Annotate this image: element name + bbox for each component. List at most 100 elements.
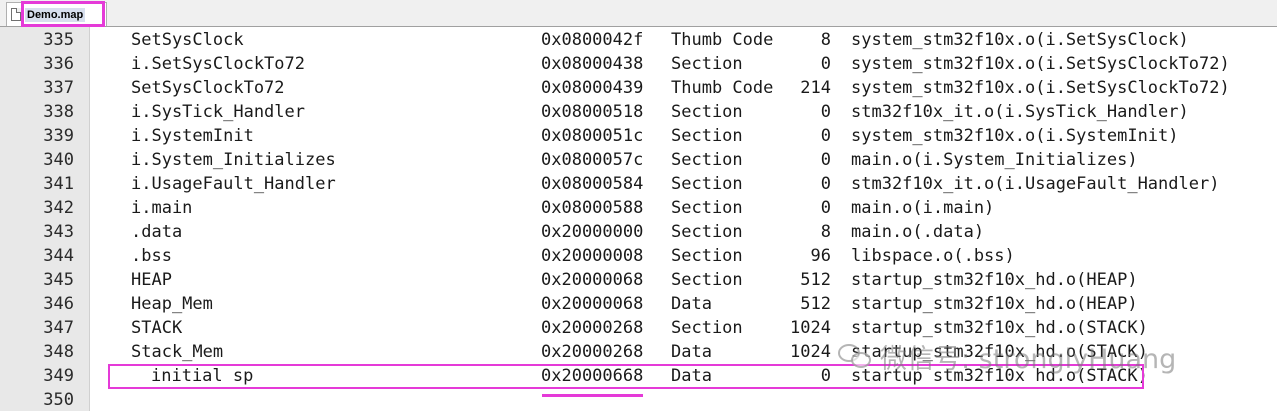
symbol-name: i.SystemInit	[131, 126, 254, 146]
symbol-name: Heap_Mem	[131, 294, 213, 314]
symbol-address: 0x0800051c	[541, 126, 644, 146]
object-file: startup_stm32f10x_hd.o(HEAP)	[851, 294, 1138, 314]
symbol-type: Section	[671, 246, 743, 266]
object-file: system_stm32f10x.o(i.SetSysClockTo72)	[851, 54, 1230, 74]
symbol-address: 0x20000008	[541, 246, 644, 266]
code-line[interactable]: 343 .data 0x20000000 Section 8 main.o(.data)	[0, 220, 1277, 244]
code-line[interactable]: 339 i.SystemInit 0x0800051c Section 0 system_…	[0, 124, 1277, 148]
line-number: 343	[43, 222, 74, 242]
code-line[interactable]: 336 i.SetSysClockTo72 0x08000438 Section 0 sy…	[0, 52, 1277, 76]
symbol-name: i.SysTick_Handler	[131, 102, 305, 122]
symbol-address: 0x08000584	[541, 174, 644, 194]
code-line[interactable]: 350	[0, 388, 1277, 412]
tab-bar: Demo.map	[0, 0, 1277, 27]
code-line[interactable]: 337 SetSysClockTo72 0x08000439 Thumb Code 21…	[0, 76, 1277, 100]
symbol-type: Section	[671, 198, 743, 218]
symbol-name: STACK	[131, 318, 183, 338]
symbol-name: i.SetSysClockTo72	[131, 54, 305, 74]
object-file: system_stm32f10x.o(i.SystemInit)	[851, 126, 1179, 146]
symbol-size: 0	[820, 198, 831, 218]
object-file: startup_stm32f10x_hd.o(STACK)	[851, 318, 1148, 338]
code-line[interactable]: 346 Heap_Mem 0x20000068 Data 512 startup_stm3…	[0, 292, 1277, 316]
symbol-type: Section	[671, 126, 743, 146]
symbol-type: Thumb Code	[671, 30, 774, 50]
symbol-type: Data	[671, 366, 712, 386]
symbol-type: Section	[671, 270, 743, 290]
symbol-type: Thumb Code	[671, 78, 774, 98]
object-file: main.o(.data)	[851, 222, 985, 242]
line-number: 338	[43, 102, 74, 122]
object-file: libspace.o(.bss)	[851, 246, 1015, 266]
symbol-address: 0x08000588	[541, 198, 644, 218]
symbol-name: initial sp	[151, 366, 254, 386]
code-line[interactable]: 340 i.System_Initializes 0x0800057c Section…	[0, 148, 1277, 172]
line-number: 335	[43, 30, 74, 50]
symbol-address: 0x08000439	[541, 78, 644, 98]
code-line[interactable]: 335 SetSysClock 0x0800042f Thumb Code 8 syste…	[0, 28, 1277, 52]
symbol-size: 8	[820, 30, 831, 50]
code-line[interactable]: 341 i.UsageFault_Handler 0x08000584 Section…	[0, 172, 1277, 196]
symbol-address: 0x08000438	[541, 54, 644, 74]
symbol-type: Section	[671, 150, 743, 170]
symbol-name: i.System_Initializes	[131, 150, 336, 170]
address-underline	[542, 394, 643, 397]
code-line[interactable]: 345 HEAP 0x20000068 Section 512 startup_stm32…	[0, 268, 1277, 292]
file-icon	[11, 8, 21, 21]
code-line[interactable]: 342 i.main 0x08000588 Section 0 main.o(i.main…	[0, 196, 1277, 220]
symbol-type: Data	[671, 294, 712, 314]
code-line[interactable]: 344 .bss 0x20000008 Section 96 libspace.o(.bs…	[0, 244, 1277, 268]
line-number: 344	[43, 246, 74, 266]
symbol-name: SetSysClock	[131, 30, 244, 50]
symbol-name: i.main	[131, 198, 193, 218]
symbol-size: 0	[820, 102, 831, 122]
symbol-size: 0	[820, 150, 831, 170]
code-line[interactable]: 338 i.SysTick_Handler 0x08000518 Section 0 st…	[0, 100, 1277, 124]
object-file: stm32f10x_it.o(i.UsageFault_Handler)	[851, 174, 1220, 194]
symbol-address: 0x20000068	[541, 270, 644, 290]
object-file: stm32f10x_it.o(i.SysTick_Handler)	[851, 102, 1189, 122]
symbol-size: 1024	[790, 318, 831, 338]
symbol-size: 1024	[790, 342, 831, 362]
symbol-address: 0x20000068	[541, 294, 644, 314]
line-number: 346	[43, 294, 74, 314]
symbol-address: 0x20000000	[541, 222, 644, 242]
tab-demo-map[interactable]: Demo.map	[6, 2, 107, 26]
symbol-type: Section	[671, 102, 743, 122]
symbol-size: 0	[820, 366, 831, 386]
tab-label: Demo.map	[25, 7, 86, 22]
code-line[interactable]: 347 STACK 0x20000268 Section 1024 startup_stm…	[0, 316, 1277, 340]
symbol-size: 512	[800, 294, 831, 314]
line-number: 348	[43, 342, 74, 362]
object-file: main.o(i.System_Initializes)	[851, 150, 1138, 170]
symbol-size: 0	[820, 174, 831, 194]
object-file: startup_stm32f10x_hd.o(STACK)	[851, 342, 1148, 362]
line-number: 347	[43, 318, 74, 338]
line-number: 349	[43, 366, 74, 386]
object-file: system_stm32f10x.o(i.SetSysClockTo72)	[851, 78, 1230, 98]
line-number: 337	[43, 78, 74, 98]
symbol-size: 0	[820, 54, 831, 74]
line-number: 339	[43, 126, 74, 146]
symbol-size: 8	[820, 222, 831, 242]
symbol-address: 0x20000268	[541, 342, 644, 362]
symbol-type: Section	[671, 54, 743, 74]
symbol-name: .bss	[131, 246, 172, 266]
symbol-size: 96	[810, 246, 831, 266]
line-number: 345	[43, 270, 74, 290]
line-number: 340	[43, 150, 74, 170]
symbol-address: 0x08000518	[541, 102, 644, 122]
code-line[interactable]: 349 initial sp 0x20000668 Data 0 startup stm3…	[0, 364, 1277, 388]
symbol-name: Stack_Mem	[131, 342, 224, 362]
object-file: startup stm32f10x hd.o(STACK)	[851, 366, 1148, 386]
line-number: 342	[43, 198, 74, 218]
symbol-size: 214	[800, 78, 831, 98]
line-number: 336	[43, 54, 74, 74]
symbol-size: 512	[800, 270, 831, 290]
symbol-name: HEAP	[131, 270, 172, 290]
symbol-size: 0	[820, 126, 831, 146]
line-number: 350	[43, 390, 74, 410]
symbol-name: SetSysClockTo72	[131, 78, 285, 98]
code-line[interactable]: 348 Stack_Mem 0x20000268 Data 1024 startup_st…	[0, 340, 1277, 364]
symbol-type: Data	[671, 342, 712, 362]
symbol-address: 0x20000668	[541, 366, 644, 386]
